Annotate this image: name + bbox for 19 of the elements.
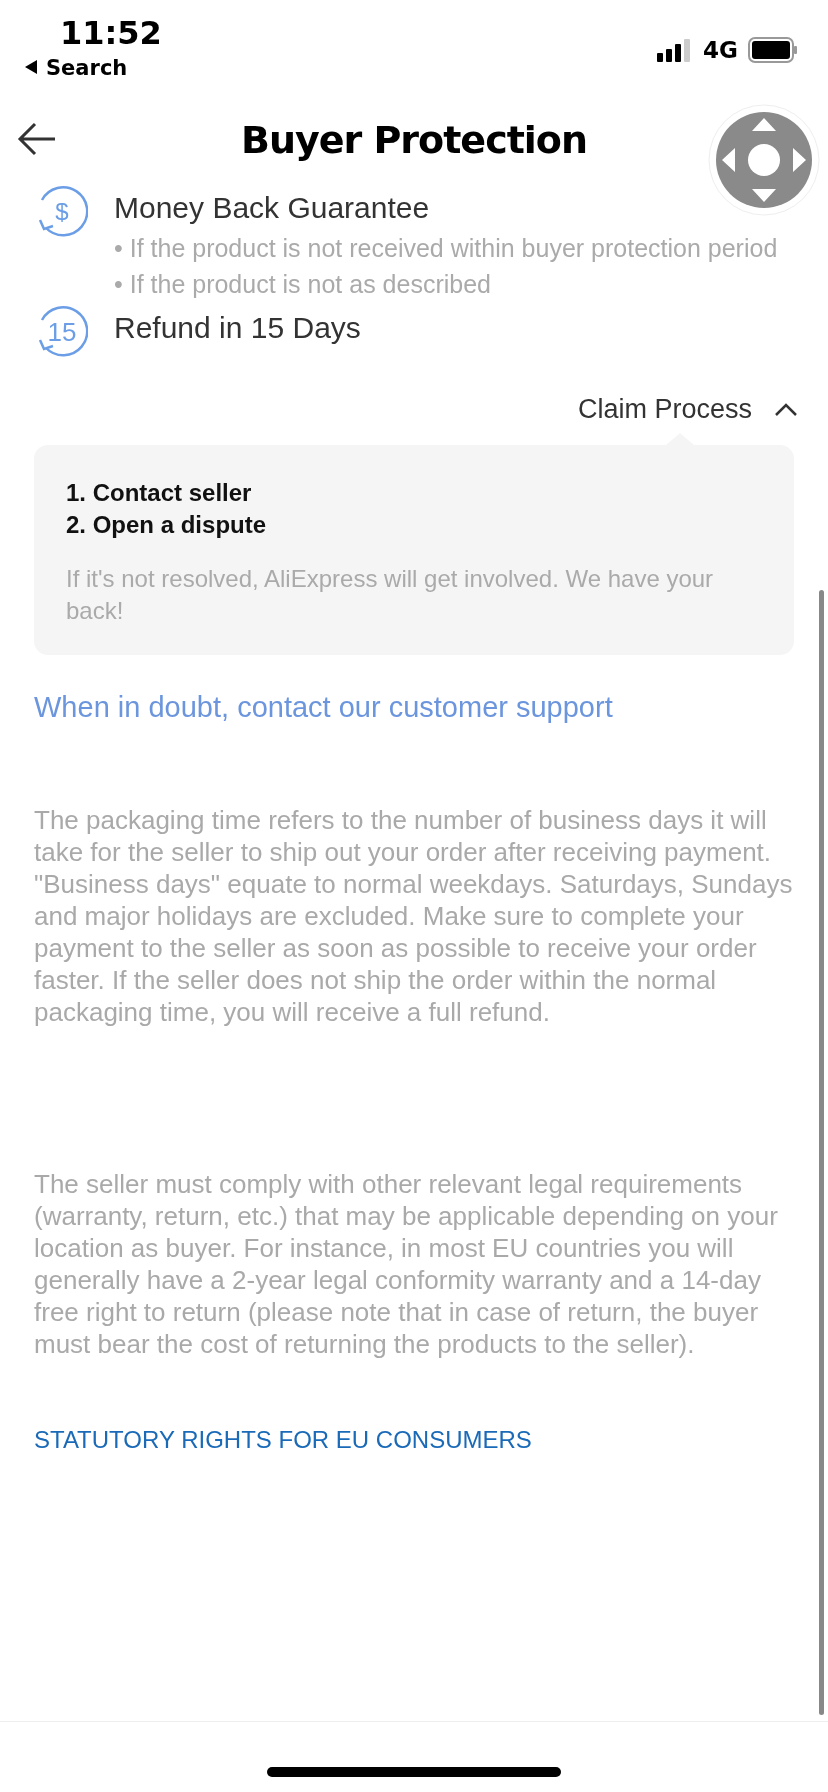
battery-icon (748, 37, 798, 63)
info-paragraph: The packaging time refers to the number of business days it will take for the seller to ship out your order after receiving payment. "Business days" equate to normal weekdays. Saturdays, Sundays and major holidays are excluded. Make sure to complete your payment to the seller as soon as possible to receive your order faster. If the seller does not ship the order within the normal packaging time, you will receive a full refund. (34, 804, 794, 1028)
claim-note: If it's not resolved, AliExpress will get involved. We have your back! (66, 564, 715, 626)
caret-icon (774, 402, 798, 417)
claim-process-toggle[interactable]: Claim Process (577, 394, 798, 425)
page-title: Buyer Protection (240, 118, 587, 162)
status-time: 11:52 (60, 14, 162, 52)
back-to-app-link[interactable]: Search (24, 56, 162, 80)
joystick-icon[interactable] (708, 104, 820, 216)
eu-rights-link[interactable]: STATUTORY RIGHTS FOR EU CONSUMERS (34, 1426, 794, 1454)
guarantee-title: Money Back Guarantee (114, 190, 431, 226)
claim-step: 1. Contact seller (66, 477, 762, 509)
guarantee-title: Refund in 15 Days (114, 310, 361, 346)
info-paragraph: The seller must comply with other relevant legal requirements (warranty, return, etc.) that may be applicable depending on your location as buyer. For instance, in most EU countries you will generally have a 2-year legal conformity warranty and a 14-day free right to return (please note that in case of return, the buyer must bear the cost of returning the products to the seller). (34, 1168, 779, 1360)
guarantee-bullet: • If the product is not received within buyer protection period (114, 233, 778, 264)
claim-step: 2. Open a dispute (66, 509, 762, 541)
back-triangle-icon (24, 59, 38, 75)
network-label: 4G (703, 37, 738, 63)
guarantee-bullet: • If the product is not as described (114, 269, 492, 300)
